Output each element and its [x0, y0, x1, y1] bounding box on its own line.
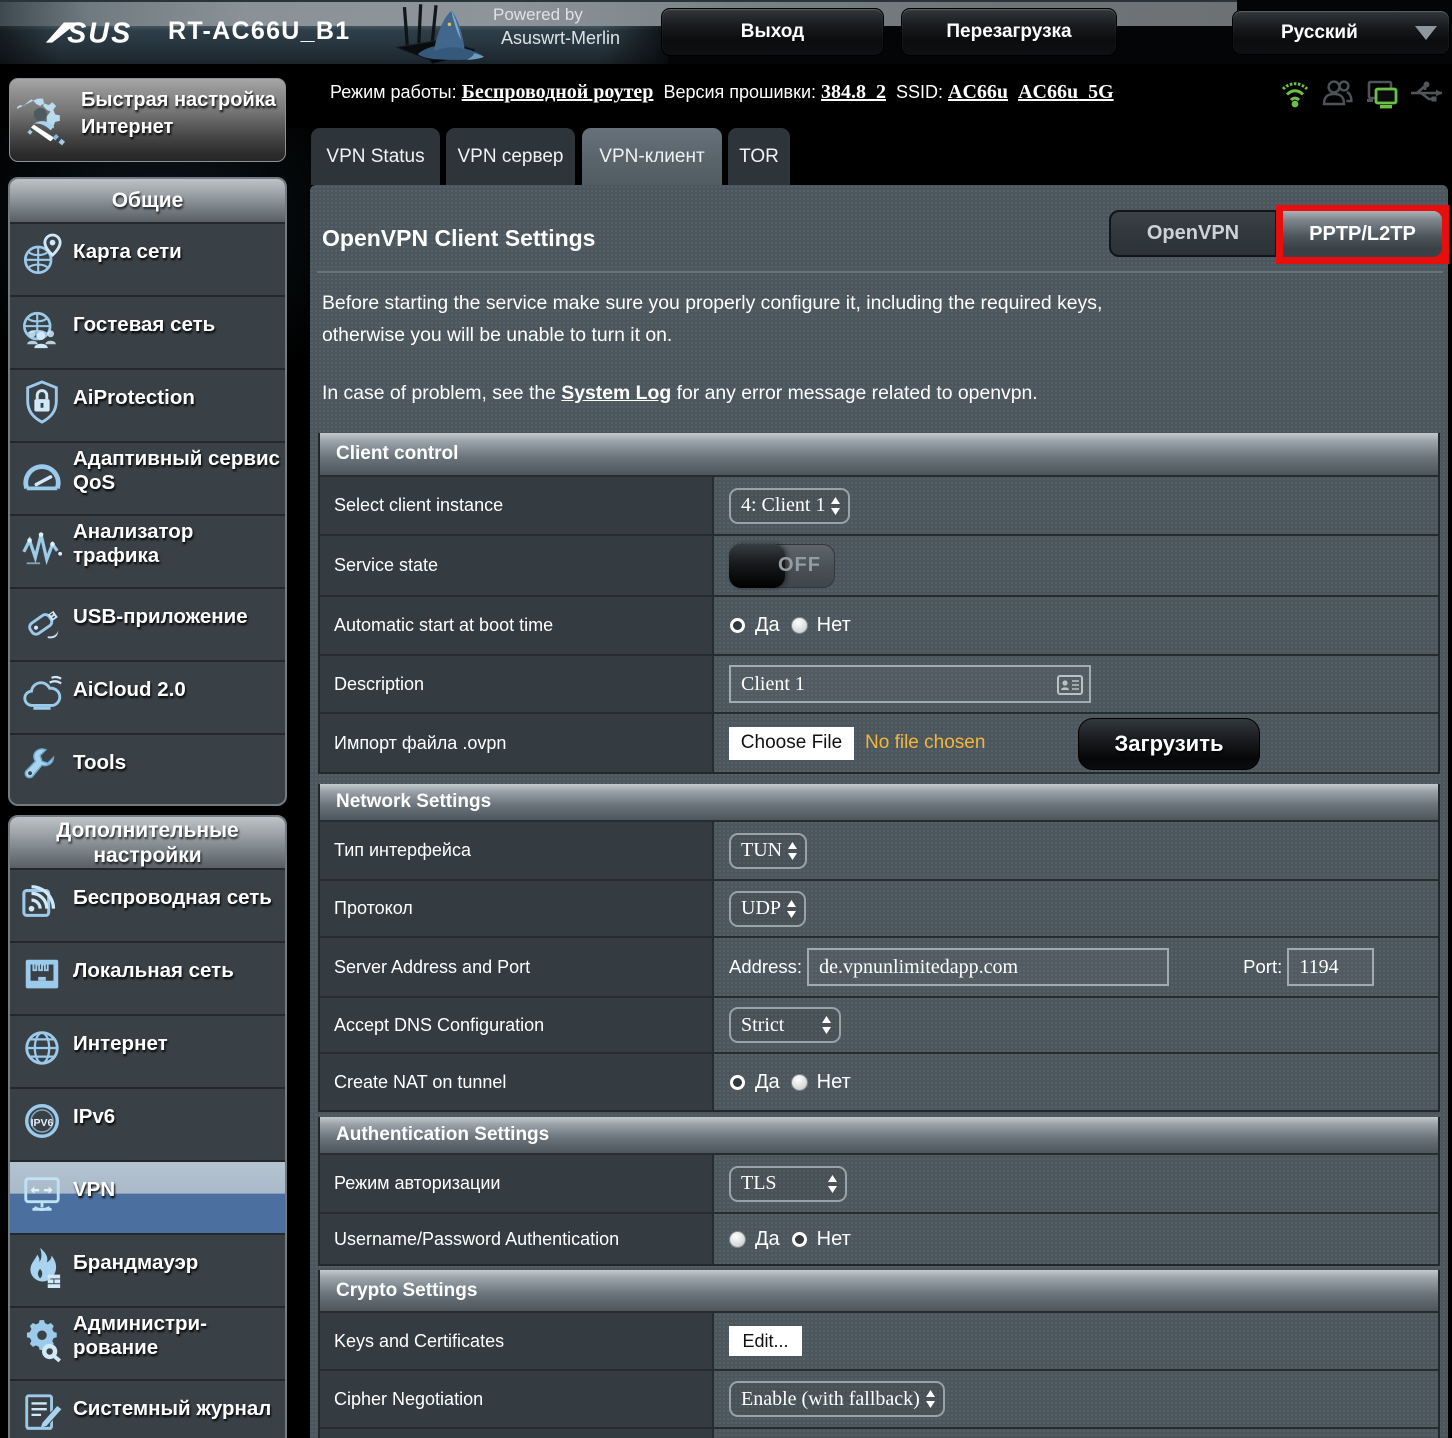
svg-text:IPV6: IPV6	[31, 1116, 54, 1128]
svg-text:SUS: SUS	[67, 18, 132, 49]
